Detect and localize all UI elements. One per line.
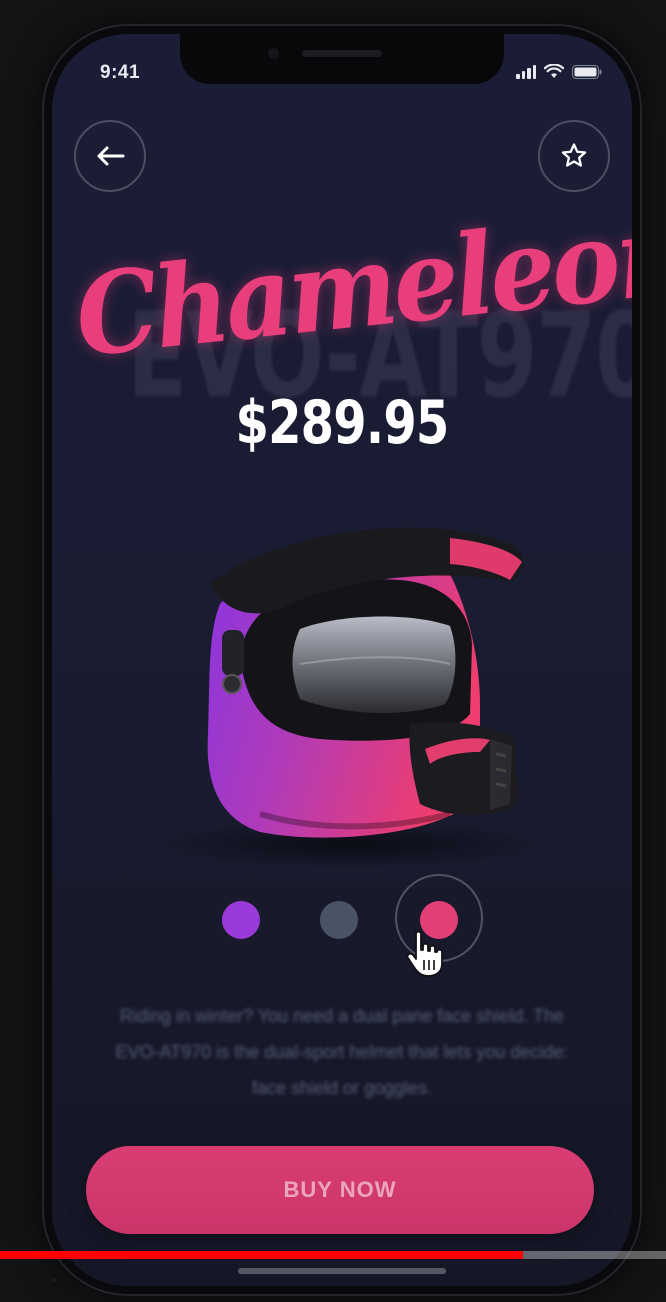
product-price: $289.95 [235, 388, 449, 458]
home-indicator [238, 1268, 446, 1274]
arrow-left-icon [97, 146, 125, 166]
app-screen: 9:41 EVO-AT970 Chameleon $289.95 Riding … [52, 34, 632, 1286]
notch [180, 34, 504, 84]
buy-now-button[interactable]: BUY NOW [86, 1146, 594, 1234]
product-description: Riding in winter? You need a dual pane f… [115, 1006, 569, 1098]
star-outline-icon [561, 143, 587, 167]
status-icons [516, 64, 602, 79]
speaker [302, 50, 382, 57]
video-progress-bar[interactable] [0, 1251, 666, 1259]
favorite-button[interactable] [538, 120, 610, 192]
camera [268, 48, 279, 59]
color-swatch-gray[interactable] [320, 901, 358, 939]
status-time: 9:41 [100, 62, 141, 83]
signal-icon [516, 65, 536, 79]
color-selector [52, 874, 632, 966]
buy-now-label: BUY NOW [283, 1177, 397, 1202]
wifi-icon [544, 64, 564, 78]
helmet-image [160, 527, 540, 868]
back-button[interactable] [74, 120, 146, 192]
battery-icon [572, 65, 602, 79]
hand-pointer-icon [406, 930, 443, 977]
color-swatch-purple[interactable] [222, 901, 260, 939]
video-progress-fill [0, 1251, 523, 1259]
